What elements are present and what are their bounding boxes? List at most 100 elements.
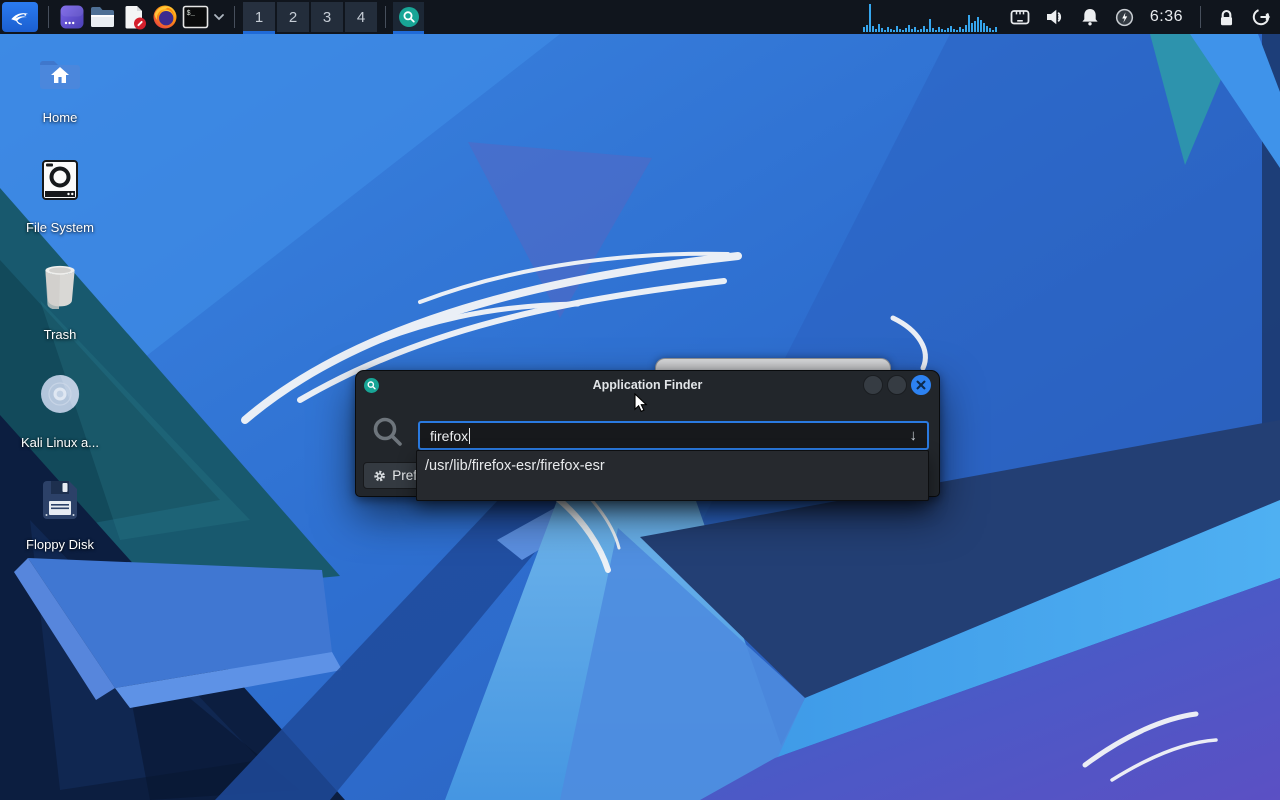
lock-icon[interactable]: [1216, 7, 1237, 28]
minimize-button[interactable]: [863, 375, 883, 395]
panel-separator: [385, 6, 386, 28]
maximize-button[interactable]: [887, 375, 907, 395]
drive-icon: [42, 160, 78, 200]
console-icon: [60, 5, 83, 29]
cpu-graph-bar: [868, 4, 871, 32]
folder-icon: [91, 7, 114, 27]
cpu-graph-bar: [901, 30, 904, 32]
cpu-graph-bar: [985, 26, 988, 32]
launcher-file-manager[interactable]: [87, 0, 118, 34]
desktop-icon-label: Floppy Disk: [26, 537, 94, 552]
document-icon: [125, 6, 146, 30]
cpu-graph-bar: [952, 29, 955, 32]
cpu-graph-bar: [940, 29, 943, 32]
firefox-icon: [153, 5, 176, 29]
desktop-icon-trash[interactable]: Trash: [12, 263, 108, 342]
close-button[interactable]: [911, 375, 931, 395]
cpu-graph-bar: [916, 30, 919, 32]
cpu-graph-bar: [919, 29, 922, 32]
taskbar-application-finder[interactable]: [393, 2, 424, 34]
chevron-down-icon: [214, 14, 224, 21]
cpu-graph-bar: [925, 29, 928, 32]
volume-icon[interactable]: [1044, 6, 1066, 28]
text-caret: [469, 427, 471, 444]
logout-icon[interactable]: [1250, 6, 1272, 28]
application-finder-app-icon: [364, 377, 379, 393]
kali-logo-icon: [11, 13, 29, 25]
search-results-dropdown: /usr/lib/firefox-esr/firefox-esr: [416, 450, 929, 501]
cpu-graph-bar: [979, 20, 982, 32]
close-icon: [916, 380, 926, 390]
cpu-graph-bar: [943, 30, 946, 32]
workspace-4[interactable]: 4: [345, 2, 377, 32]
cpu-graph-bar: [886, 27, 889, 32]
kali-menu-button[interactable]: [2, 2, 38, 32]
launcher-terminal[interactable]: $_: [180, 0, 211, 34]
cpu-graph-bar: [874, 29, 877, 32]
gear-icon: [374, 470, 385, 481]
clock[interactable]: 6:36: [1148, 8, 1185, 26]
cpu-graph-bar: [961, 29, 964, 32]
application-finder-icon: [398, 7, 419, 27]
home-folder-icon: [40, 61, 80, 89]
mouse-cursor: [634, 393, 648, 413]
desktop-icon-label: Trash: [43, 327, 77, 342]
cpu-graph-bar: [991, 30, 994, 32]
desktop-icon-label: Home: [42, 110, 78, 125]
cpu-graph-bar: [973, 21, 976, 32]
desktop-icon-floppy[interactable]: Floppy Disk: [12, 477, 108, 552]
dropdown-arrow-icon[interactable]: ↓: [910, 427, 918, 444]
search-icon: [373, 417, 402, 446]
cpu-graph-bar: [865, 25, 868, 32]
cpu-graph-bar: [883, 30, 886, 32]
cpu-graph-bar: [970, 23, 973, 32]
disc-icon: [41, 374, 80, 413]
desktop-icon-label: File System: [26, 220, 94, 235]
svg-text:$_: $_: [187, 10, 196, 18]
cpu-graph-bar: [937, 27, 940, 32]
cpu-graph-bar: [895, 26, 898, 32]
cpu-graph-bar: [982, 23, 985, 32]
result-item[interactable]: /usr/lib/firefox-esr/firefox-esr: [417, 451, 928, 474]
cpu-graph-bar: [976, 17, 979, 32]
cpu-graph-bar: [928, 19, 931, 32]
cpu-graph-bar: [898, 29, 901, 32]
panel-separator: [1200, 6, 1201, 28]
launcher-text-editor[interactable]: [118, 0, 149, 34]
cpu-graph-bar: [931, 28, 934, 32]
cpu-graph-bar: [967, 15, 970, 32]
top-panel: $_ 1 2 3 4 6:36: [0, 0, 1280, 34]
launcher-console[interactable]: [56, 0, 87, 34]
workspace-1[interactable]: 1: [243, 2, 275, 34]
notifications-bell-icon[interactable]: [1079, 6, 1101, 28]
cpu-graph-bar: [934, 30, 937, 32]
cpu-graph-bar: [880, 28, 883, 32]
cpu-graph-bar: [949, 26, 952, 32]
panel-separator: [48, 6, 49, 28]
power-manager-icon[interactable]: [1114, 7, 1135, 28]
cpu-graph-bar: [994, 27, 997, 32]
cpu-graph-bar: [946, 28, 949, 32]
terminal-icon: $_: [182, 5, 209, 29]
trash-icon: [45, 265, 75, 311]
cpu-graph-bar: [904, 28, 907, 32]
panel-separator: [234, 6, 235, 28]
workspace-3[interactable]: 3: [311, 2, 343, 32]
desktop-icon-kali-cd[interactable]: Kali Linux a...: [12, 371, 108, 450]
floppy-icon: [43, 481, 77, 519]
desktop-icon-home[interactable]: Home: [12, 56, 108, 125]
search-input[interactable]: firefox ↓: [418, 421, 929, 450]
launcher-firefox[interactable]: [149, 0, 180, 34]
cpu-graph[interactable]: [862, 2, 999, 32]
desktop-icon-file-system[interactable]: File System: [12, 158, 108, 235]
cpu-graph-bar: [988, 28, 991, 32]
launcher-menu-chevron[interactable]: [211, 0, 227, 34]
cpu-graph-bar: [913, 27, 916, 32]
cpu-graph-bar: [889, 29, 892, 32]
desktop-icon-label: Kali Linux a...: [20, 435, 100, 450]
workspace-2[interactable]: 2: [277, 2, 309, 32]
cpu-graph-bar: [964, 25, 967, 32]
search-input-value: firefox: [430, 427, 469, 444]
network-icon[interactable]: [1009, 6, 1031, 28]
cpu-graph-bar: [955, 30, 958, 32]
